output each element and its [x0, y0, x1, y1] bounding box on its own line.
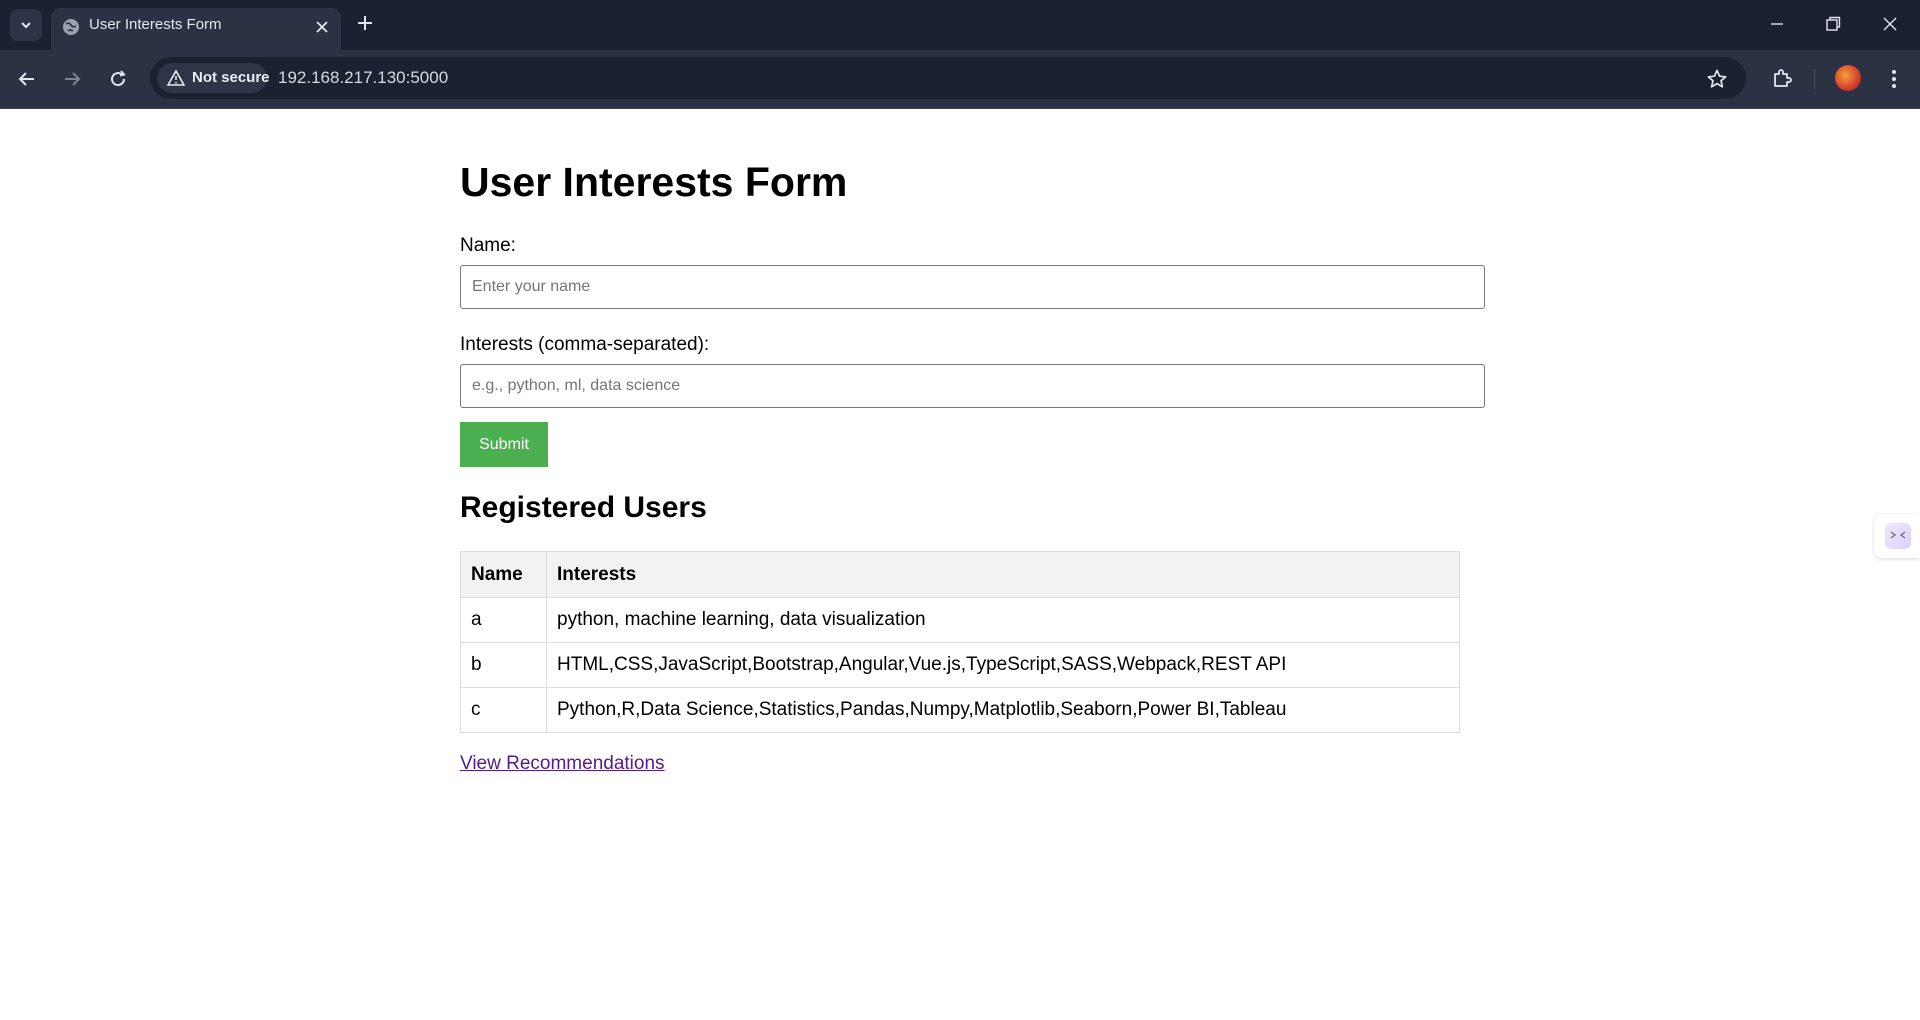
url-text[interactable]: 192.168.217.130:5000: [278, 68, 448, 88]
name-label: Name:: [460, 235, 516, 256]
globe-icon: [63, 19, 79, 35]
user-name-cell: b: [460, 642, 547, 688]
table-header-row: Name Interests: [460, 551, 1460, 598]
address-bar[interactable]: Not secure 192.168.217.130:5000: [150, 57, 1746, 99]
restore-icon[interactable]: [1823, 14, 1843, 34]
side-widget-icon: [1885, 523, 1911, 549]
star-icon[interactable]: [1706, 68, 1728, 90]
table-row: c Python,R,Data Science,Statistics,Panda…: [460, 687, 1460, 733]
name-input[interactable]: [460, 265, 1485, 309]
registered-users-heading: Registered Users: [460, 491, 707, 524]
page-viewport: User Interests Form Name: Interests (com…: [0, 109, 1920, 1020]
side-panel-widget[interactable]: [1874, 514, 1920, 558]
close-window-icon[interactable]: [1880, 14, 1900, 34]
user-interests-cell: HTML,CSS,JavaScript,Bootstrap,Angular,Vu…: [546, 642, 1460, 688]
back-arrow-icon[interactable]: [15, 67, 39, 91]
security-label: Not secure: [192, 69, 270, 86]
table-row: b HTML,CSS,JavaScript,Bootstrap,Angular,…: [460, 642, 1460, 688]
interests-label: Interests (comma-separated):: [460, 334, 710, 355]
toolbar-divider: [1814, 69, 1815, 89]
warning-icon: [167, 69, 185, 86]
user-interests-cell: Python,R,Data Science,Statistics,Pandas,…: [546, 687, 1460, 733]
users-table: Name Interests a python, machine learnin…: [460, 551, 1460, 733]
collapse-arrows-icon: [1890, 531, 1906, 539]
user-name-cell: c: [460, 687, 547, 733]
avatar[interactable]: [1835, 65, 1861, 91]
forward-arrow-icon[interactable]: [60, 67, 84, 91]
close-icon[interactable]: [313, 18, 331, 36]
column-header-name: Name: [460, 551, 547, 598]
browser-tab[interactable]: User Interests Form: [51, 8, 341, 50]
puzzle-icon[interactable]: [1770, 66, 1794, 90]
plus-icon[interactable]: [355, 13, 375, 33]
browser-toolbar: Not secure 192.168.217.130:5000: [0, 50, 1920, 109]
chevron-down-icon: [21, 22, 31, 29]
minimize-icon[interactable]: [1767, 14, 1787, 34]
user-interests-cell: python, machine learning, data visualiza…: [546, 597, 1460, 643]
submit-button[interactable]: Submit: [460, 422, 548, 467]
reload-icon[interactable]: [106, 67, 130, 91]
tab-list-button[interactable]: [10, 9, 42, 41]
user-name-cell: a: [460, 597, 547, 643]
interests-input[interactable]: [460, 364, 1485, 408]
browser-titlebar: User Interests Form: [0, 0, 1920, 50]
tab-title: User Interests Form: [89, 16, 222, 33]
view-recommendations-link[interactable]: View Recommendations: [460, 753, 665, 775]
security-chip[interactable]: Not secure: [157, 63, 270, 93]
kebab-menu-icon[interactable]: [1883, 67, 1905, 91]
column-header-interests: Interests: [546, 551, 1460, 598]
table-row: a python, machine learning, data visuali…: [460, 597, 1460, 643]
page-title: User Interests Form: [460, 159, 848, 205]
